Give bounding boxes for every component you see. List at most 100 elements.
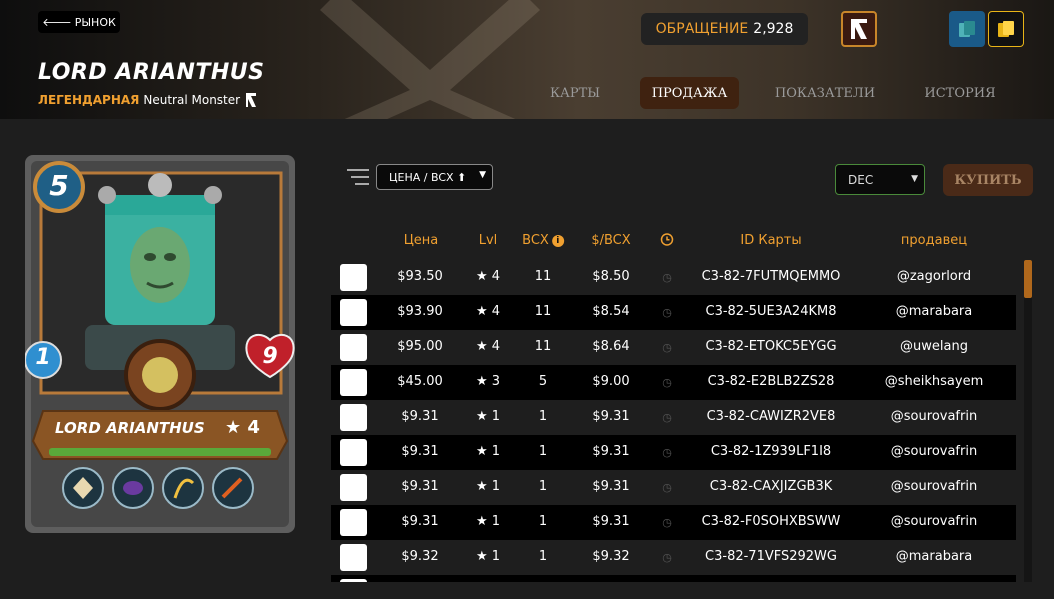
column-header-time[interactable] <box>660 233 674 246</box>
seller-cell[interactable]: @marabara <box>896 304 972 319</box>
lvl-cell: ★ 3 <box>475 374 501 389</box>
clock-icon: ◷ <box>662 376 672 389</box>
seller-cell[interactable]: @sourovafrin <box>891 479 977 494</box>
per-bcx-cell: $9.31 <box>592 514 630 529</box>
column-header-price[interactable]: Цена <box>404 233 439 248</box>
clock-icon: ◷ <box>662 446 672 459</box>
table-row[interactable]: $9.32 ★ 1 1 $9.32 ◷ C3-82-71VFS292WG @ma… <box>331 540 1016 575</box>
row-checkbox[interactable] <box>340 264 367 291</box>
card-id-cell[interactable]: C3-82-5UE3A24KM8 <box>706 304 837 319</box>
column-header-card-id[interactable]: ID Карты <box>740 233 801 248</box>
seller-cell[interactable]: @uwelang <box>900 339 968 354</box>
row-checkbox[interactable] <box>340 579 367 582</box>
row-checkbox[interactable] <box>340 439 367 466</box>
card-attack-value: 1 <box>35 345 51 370</box>
cards-view-button[interactable] <box>949 11 985 47</box>
bcx-cell: 1 <box>538 444 548 459</box>
lvl-cell: ★ 1 <box>475 549 501 564</box>
seller-cell[interactable]: @marabara <box>896 549 972 564</box>
seller-cell[interactable]: @sourovafrin <box>891 409 977 424</box>
row-checkbox[interactable] <box>340 474 367 501</box>
row-checkbox[interactable] <box>340 299 367 326</box>
table-row[interactable]: $93.90 ★ 4 11 $8.54 ◷ C3-82-5UE3A24KM8 @… <box>331 295 1016 330</box>
card-id-cell[interactable]: C3-82-CAXJIZGB3K <box>710 479 833 494</box>
card-type-label: Neutral Monster <box>143 93 241 107</box>
clock-icon: ◷ <box>662 481 672 494</box>
clock-icon: ◷ <box>662 271 672 284</box>
header: 🡐 РЫНОК LORD ARIANTHUS ЛЕГЕНДАРНАЯ Neutr… <box>0 0 1054 119</box>
lvl-cell: ★ 1 <box>475 444 501 459</box>
lvl-cell: ★ 4 <box>475 269 501 284</box>
filter-icon[interactable] <box>347 167 369 187</box>
card-title: LORD ARIANTHUS <box>38 60 265 85</box>
card-id-cell[interactable]: C3-82-F0SOHXBSWW <box>702 514 841 529</box>
column-header-seller[interactable]: продавец <box>901 233 967 248</box>
circulation-value: 2,928 <box>753 21 794 37</box>
table-row[interactable]: $9.31 ★ 1 1 $9.31 ◷ C3-82-CAXJIZGB3K @so… <box>331 470 1016 505</box>
info-icon[interactable]: i <box>551 234 564 247</box>
price-cell: $9.31 <box>401 479 439 494</box>
back-to-market-button[interactable]: 🡐 РЫНОК <box>38 11 120 33</box>
row-checkbox[interactable] <box>340 509 367 536</box>
per-bcx-cell: $8.64 <box>592 339 630 354</box>
tab-cards[interactable]: КАРТЫ <box>530 77 620 109</box>
card-id-cell[interactable]: C3-82-E2BLB2ZS28 <box>708 374 835 389</box>
bcx-cell: 5 <box>538 374 548 389</box>
card-id-cell[interactable]: C3-82-71VFS292WG <box>705 549 837 564</box>
card-level-label: ★ 4 <box>225 417 260 438</box>
bcx-cell: 1 <box>538 479 548 494</box>
currency-value: DEC <box>848 172 874 187</box>
packs-view-button[interactable] <box>988 11 1024 47</box>
scrollbar-thumb[interactable] <box>1024 260 1032 298</box>
table-row[interactable]: $9.31 ★ 1 1 $9.31 ◷ C3-82-F0SOHXBSWW @so… <box>331 505 1016 540</box>
per-bcx-cell: $8.54 <box>592 304 630 319</box>
clock-icon: ◷ <box>662 341 672 354</box>
row-checkbox[interactable] <box>340 369 367 396</box>
lvl-cell: ★ 4 <box>475 339 501 354</box>
row-checkbox[interactable] <box>340 544 367 571</box>
tab-sale[interactable]: ПРОДАЖА <box>640 77 739 109</box>
splinterlands-logo-button[interactable] <box>841 11 877 47</box>
table-row[interactable]: $45.00 ★ 3 5 $9.00 ◷ C3-82-E2BLB2ZS28 @s… <box>331 365 1016 400</box>
seller-cell[interactable]: @sheikhsayem <box>885 374 983 389</box>
card-id-cell[interactable]: C3-82-7FUTMQEMMO <box>702 269 841 284</box>
cards-stack-gold-icon <box>998 21 1014 37</box>
card-id-cell[interactable]: C3-82-CAWIZR2VE8 <box>707 409 836 424</box>
bcx-cell: 11 <box>534 269 552 284</box>
tab-history[interactable]: ИСТОРИЯ <box>915 77 1005 109</box>
seller-cell[interactable]: @zagorlord <box>897 269 971 284</box>
table-scrollbar[interactable] <box>1024 260 1032 582</box>
table-row[interactable]: $93.50 ★ 4 11 $8.50 ◷ C3-82-7FUTMQEMMO @… <box>331 260 1016 295</box>
bcx-label: BCX <box>522 233 549 248</box>
table-row[interactable]: $95.00 ★ 4 11 $8.64 ◷ C3-82-ETOKC5EYGG @… <box>331 330 1016 365</box>
column-header-per-bcx[interactable]: $/BCX <box>591 233 630 248</box>
row-checkbox[interactable] <box>340 334 367 361</box>
column-header-lvl[interactable]: Lvl <box>479 233 498 248</box>
chevron-down-icon: ▼ <box>911 174 918 184</box>
price-cell: $93.90 <box>397 304 443 319</box>
price-cell: $93.50 <box>397 269 443 284</box>
sort-select[interactable]: ЦЕНА / BCX ⬆ ▼ <box>376 164 493 190</box>
card-id-cell[interactable]: C3-82-ETOKC5EYGG <box>705 339 836 354</box>
seller-cell[interactable]: @sourovafrin <box>891 444 977 459</box>
per-bcx-cell: $8.50 <box>592 269 630 284</box>
currency-select[interactable]: DEC ▼ <box>835 164 925 195</box>
table-row[interactable] <box>331 575 1016 582</box>
table-row[interactable]: $9.31 ★ 1 1 $9.31 ◷ C3-82-1Z939LF1I8 @so… <box>331 435 1016 470</box>
tab-stats[interactable]: ПОКАЗАТЕЛИ <box>770 77 880 109</box>
bcx-cell: 1 <box>538 549 548 564</box>
circulation-box: ОБРАЩЕНИЕ 2,928 <box>641 13 808 45</box>
seller-cell[interactable]: @sourovafrin <box>891 514 977 529</box>
bcx-cell: 11 <box>534 339 552 354</box>
card-id-cell[interactable]: C3-82-1Z939LF1I8 <box>711 444 831 459</box>
price-cell: $45.00 <box>397 374 443 389</box>
buy-button[interactable]: КУПИТЬ <box>943 164 1033 196</box>
column-header-bcx[interactable]: BCX i <box>522 233 564 248</box>
cards-stack-icon <box>959 21 975 37</box>
price-cell: $9.31 <box>401 409 439 424</box>
splinterlands-logo-icon <box>851 19 867 39</box>
clock-icon <box>660 233 674 246</box>
row-checkbox[interactable] <box>340 404 367 431</box>
lvl-cell: ★ 1 <box>475 409 501 424</box>
table-row[interactable]: $9.31 ★ 1 1 $9.31 ◷ C3-82-CAWIZR2VE8 @so… <box>331 400 1016 435</box>
